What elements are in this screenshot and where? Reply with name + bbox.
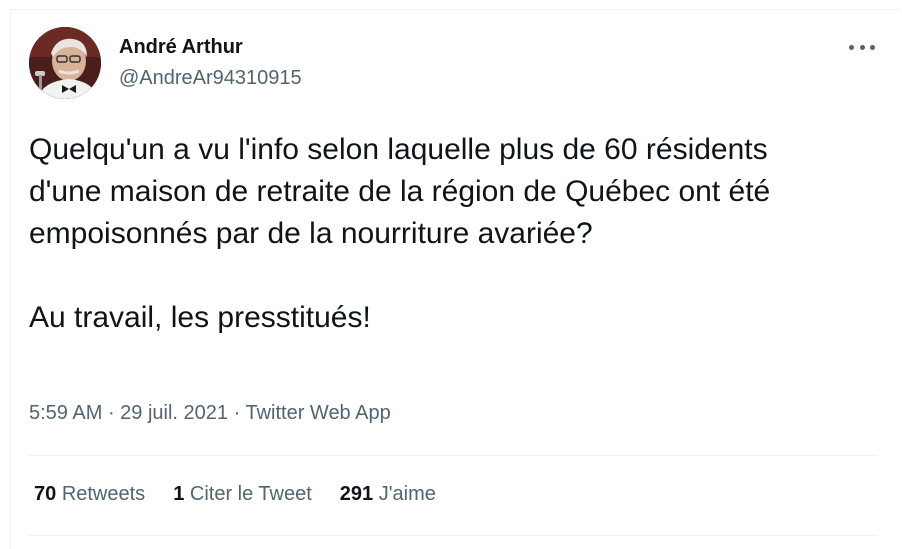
avatar[interactable] — [29, 27, 101, 99]
dot — [859, 44, 865, 50]
divider — [29, 535, 877, 536]
likes-count: 291 — [339, 483, 374, 505]
meta-separator: · — [102, 402, 121, 424]
author-name[interactable]: André Arthur — [119, 36, 243, 59]
tweet-paragraph-1: Quelqu'un a vu l'info selon laquelle plu… — [29, 133, 771, 250]
quotes-count: 1 — [173, 483, 185, 505]
retweets-label: Retweets — [61, 483, 146, 505]
tweet-time[interactable]: 5:59 AM — [29, 402, 102, 424]
quotes-label: Citer le Tweet — [189, 483, 312, 505]
tweet-date[interactable]: 29 juil. 2021 — [120, 402, 228, 424]
tweet-paragraph-2: Au travail, les presstitués! — [29, 301, 371, 334]
tweet-source[interactable]: Twitter Web App — [245, 402, 390, 424]
retweets-count: 70 — [34, 483, 57, 505]
meta-separator: · — [228, 402, 246, 424]
tweet-text: Quelqu'un a vu l'info selon laquelle plu… — [29, 129, 829, 339]
likes-label: J'aime — [378, 483, 436, 505]
tweet-meta: 5:59 AM · 29 juil. 2021 · Twitter Web Ap… — [29, 402, 391, 425]
author-handle[interactable]: @AndreAr94310915 — [119, 67, 302, 90]
likes-stat[interactable]: 291 J'aime — [340, 483, 436, 506]
profile-photo-avatar — [29, 27, 101, 99]
quotes-stat[interactable]: 1 Citer le Tweet — [173, 483, 312, 506]
dot — [870, 44, 875, 50]
more-horizontal-icon[interactable] — [849, 38, 875, 56]
tweet-stats: 70 Retweets 1 Citer le Tweet 291 J'aime — [34, 483, 436, 506]
dot — [849, 44, 854, 50]
retweets-stat[interactable]: 70 Retweets — [34, 483, 145, 506]
divider — [29, 455, 877, 456]
